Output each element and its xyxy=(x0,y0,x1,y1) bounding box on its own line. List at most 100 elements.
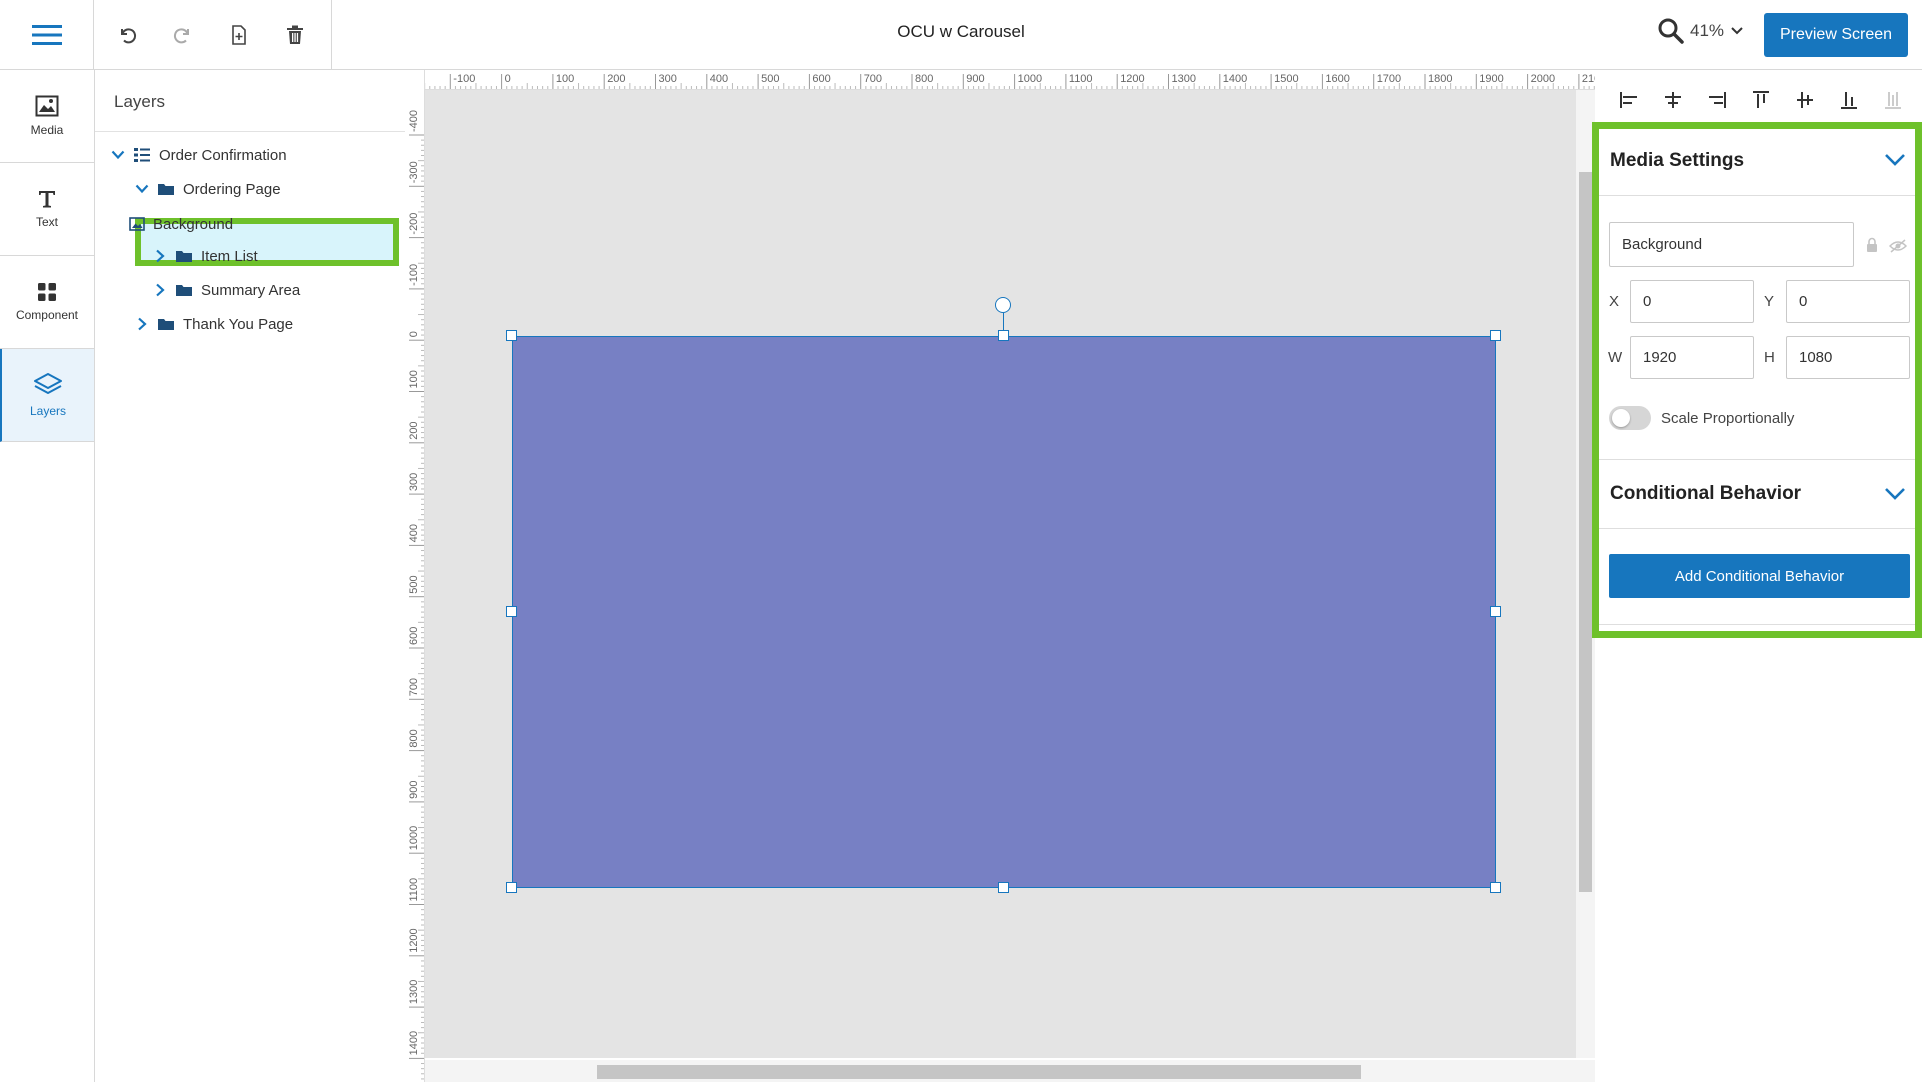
zoom-control[interactable]: 41% xyxy=(1658,18,1744,44)
folder-icon xyxy=(158,184,174,195)
trash-icon xyxy=(287,25,303,44)
edit-toolbar xyxy=(94,0,332,70)
vertical-scroll-thumb[interactable] xyxy=(1579,172,1592,892)
redo-button[interactable] xyxy=(168,20,198,50)
height-input[interactable] xyxy=(1786,336,1910,379)
rail-item-media[interactable]: Media xyxy=(0,70,94,163)
chevron-right-icon[interactable] xyxy=(153,249,167,263)
ruler-tick-label: 200 xyxy=(408,421,420,439)
x-label: X xyxy=(1609,293,1620,310)
width-input[interactable] xyxy=(1630,336,1754,379)
visibility-icon[interactable] xyxy=(1889,239,1907,253)
align-bottom-icon xyxy=(1841,92,1857,109)
tree-item-item-list[interactable]: Item List xyxy=(153,241,258,271)
align-middle-vertical-button[interactable] xyxy=(1791,86,1819,114)
align-top-button[interactable] xyxy=(1747,86,1775,114)
ruler-tick-label: 500 xyxy=(761,73,779,85)
ruler-tick-label: 900 xyxy=(408,781,420,799)
x-input[interactable] xyxy=(1630,280,1754,323)
resize-handle-bottom[interactable] xyxy=(998,882,1009,893)
scale-proportionally-toggle[interactable] xyxy=(1609,406,1651,430)
section-divider xyxy=(1599,195,1915,196)
folder-icon xyxy=(158,319,174,330)
delete-button[interactable] xyxy=(280,20,310,50)
resize-handle-top-right[interactable] xyxy=(1490,330,1501,341)
align-right-button[interactable] xyxy=(1703,86,1731,114)
folder-icon xyxy=(176,251,192,262)
background-layer-element[interactable] xyxy=(512,336,1496,888)
chevron-down-icon xyxy=(1731,27,1743,35)
resize-handle-bottom-left[interactable] xyxy=(506,882,517,893)
tree-item-label: Summary Area xyxy=(201,281,301,299)
ruler-tick-label: 400 xyxy=(710,73,728,85)
top-bar: OCU w Carousel 41% Preview Screen xyxy=(0,0,1922,70)
chevron-down-icon[interactable] xyxy=(1884,487,1906,506)
layers-panel-title: Layers xyxy=(95,70,405,132)
chevron-down-icon[interactable] xyxy=(135,182,149,196)
layers-panel: Layers Order Confirmation Ordering Page … xyxy=(95,70,405,1082)
ruler-tick-label: 1000 xyxy=(408,826,420,850)
resize-handle-top-left[interactable] xyxy=(506,330,517,341)
rotate-handle[interactable] xyxy=(995,297,1011,313)
chevron-right-icon[interactable] xyxy=(153,283,167,297)
align-top-icon xyxy=(1753,91,1769,108)
ruler-tick-label: 1800 xyxy=(1428,73,1452,85)
text-icon xyxy=(39,191,55,208)
rail-item-label: Media xyxy=(30,123,64,137)
undo-button[interactable] xyxy=(112,20,142,50)
add-file-icon xyxy=(232,25,246,45)
align-left-button[interactable] xyxy=(1615,86,1643,114)
rail-item-text[interactable]: Text xyxy=(0,163,94,256)
ruler-tick-label: 800 xyxy=(915,73,933,85)
ruler-tick-label: 400 xyxy=(408,524,420,542)
ruler-tick-label: 100 xyxy=(556,73,574,85)
preview-screen-button[interactable]: Preview Screen xyxy=(1764,13,1908,57)
chevron-right-icon[interactable] xyxy=(135,317,149,331)
rail-item-component[interactable]: Component xyxy=(0,256,94,349)
undo-icon xyxy=(121,28,137,44)
resize-handle-bottom-right[interactable] xyxy=(1490,882,1501,893)
ruler-tick-label: 800 xyxy=(408,729,420,747)
ruler-tick-label: 1900 xyxy=(1479,73,1503,85)
ruler-tick-label: 0 xyxy=(505,73,511,85)
lock-icon[interactable] xyxy=(1866,237,1878,253)
y-input[interactable] xyxy=(1786,280,1910,323)
ruler-tick-label: 2100 xyxy=(1582,73,1595,85)
rail-item-label: Component xyxy=(15,308,79,322)
distribute-button[interactable] xyxy=(1879,86,1907,114)
chevron-down-icon[interactable] xyxy=(111,148,125,162)
duplicate-button[interactable] xyxy=(224,20,254,50)
y-label: Y xyxy=(1764,293,1775,310)
tree-item-background[interactable]: Background xyxy=(129,209,233,239)
tree-item-label: Thank You Page xyxy=(183,315,294,333)
conditional-behavior-heading: Conditional Behavior xyxy=(1610,483,1802,504)
align-center-horizontal-icon xyxy=(1665,92,1681,108)
media-settings-heading: Media Settings xyxy=(1610,150,1745,171)
horizontal-scroll-thumb[interactable] xyxy=(597,1065,1361,1079)
ruler-tick-label: 2000 xyxy=(1531,73,1555,85)
add-conditional-behavior-button[interactable]: Add Conditional Behavior xyxy=(1609,554,1910,598)
hamburger-icon xyxy=(31,25,62,45)
folder-icon xyxy=(176,285,192,296)
ruler-tick-label: 0 xyxy=(408,331,420,337)
ruler-tick-label: 300 xyxy=(408,473,420,491)
ruler-tick-label: 1300 xyxy=(1172,73,1196,85)
resize-handle-left[interactable] xyxy=(506,606,517,617)
hamburger-menu-button[interactable] xyxy=(0,0,94,70)
rail-item-layers[interactable]: Layers xyxy=(0,349,94,442)
ruler-tick-label: 1200 xyxy=(1120,73,1144,85)
chevron-down-icon[interactable] xyxy=(1884,153,1906,172)
ruler-tick-label: 1400 xyxy=(1223,73,1247,85)
layer-name-input[interactable] xyxy=(1609,222,1854,267)
ruler-tick-label: 500 xyxy=(408,575,420,593)
scale-proportionally-label: Scale Proportionally xyxy=(1661,410,1795,427)
align-center-horizontal-button[interactable] xyxy=(1659,86,1687,114)
resize-handle-top[interactable] xyxy=(998,330,1009,341)
ruler-tick-label: 1500 xyxy=(1274,73,1298,85)
tree-item-thank-you-page[interactable]: Thank You Page xyxy=(135,309,293,339)
tree-item-order-confirmation[interactable]: Order Confirmation xyxy=(111,140,287,170)
resize-handle-right[interactable] xyxy=(1490,606,1501,617)
tree-item-summary-area[interactable]: Summary Area xyxy=(153,275,300,305)
tree-item-ordering-page[interactable]: Ordering Page xyxy=(135,174,281,204)
align-bottom-button[interactable] xyxy=(1835,86,1863,114)
